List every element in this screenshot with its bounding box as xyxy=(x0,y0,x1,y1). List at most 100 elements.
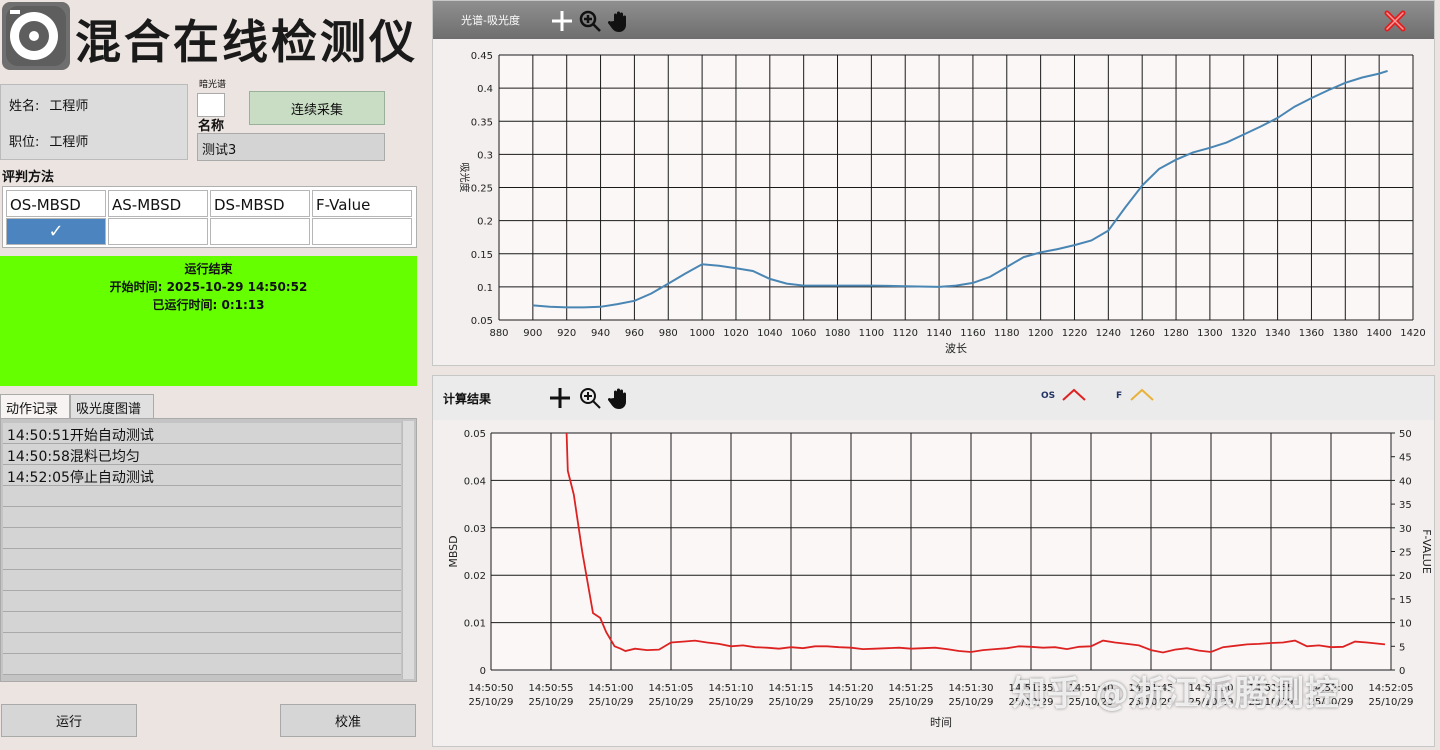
continuous-collect-button[interactable]: 连续采集 xyxy=(249,91,385,125)
y-tick-label: 0.03 xyxy=(464,524,486,535)
x-tick-label-time: 14:51:05 xyxy=(649,683,694,694)
start-time-value: 2025-10-29 14:50:52 xyxy=(166,280,308,294)
x-tick-label-date: 25/10/29 xyxy=(1369,697,1414,708)
x-tick-label: 1020 xyxy=(723,328,748,339)
method-check-as-mbsd[interactable] xyxy=(108,218,208,245)
y-tick-label: 0.45 xyxy=(471,51,493,62)
x-tick-label-time: 14:51:15 xyxy=(769,683,814,694)
x-tick-label: 1220 xyxy=(1062,328,1087,339)
legend-f-marker-icon xyxy=(1130,388,1154,401)
tab-action-log[interactable]: 动作记录 xyxy=(0,394,70,419)
calc-chart-header: 计算结果 OS F xyxy=(433,376,1434,420)
y-tick-label: 0.3 xyxy=(477,150,493,161)
sample-name-field[interactable]: 测试3 xyxy=(197,133,385,161)
x-tick-label: 1240 xyxy=(1096,328,1121,339)
action-log-list: 14:50:51开始自动测试 14:50:58混料已均匀 14:52:05停止自… xyxy=(0,418,417,682)
x-tick-label-date: 25/10/29 xyxy=(709,697,754,708)
x-tick-label: 1300 xyxy=(1197,328,1222,339)
close-icon[interactable] xyxy=(1383,9,1407,33)
zoom-icon[interactable] xyxy=(578,9,602,33)
x-tick-label: 980 xyxy=(659,328,678,339)
run-status-panel: 运行结束 开始时间: 2025-10-29 14:50:52 已运行时间: 0:… xyxy=(0,256,417,386)
y2-axis-label: F-VALUE xyxy=(1420,529,1433,574)
status-title: 运行结束 xyxy=(184,262,233,276)
zoom-icon[interactable] xyxy=(578,386,602,410)
pan-hand-icon[interactable] xyxy=(608,386,632,410)
watermark: 知乎 @浙江派腾测控 xyxy=(1012,674,1340,714)
elapsed-time-row: 已运行时间: 0:1:13 xyxy=(0,296,417,314)
x-tick-label: 1320 xyxy=(1231,328,1256,339)
x-axis-label: 时间 xyxy=(930,716,952,729)
y-axis-label: MBSD xyxy=(447,535,460,567)
y-tick-label: 0.4 xyxy=(477,84,493,95)
method-option-ds-mbsd[interactable]: DS-MBSD xyxy=(210,190,310,217)
log-item-empty xyxy=(3,591,401,612)
x-tick-label: 940 xyxy=(591,328,610,339)
x-tick-label-time: 14:51:20 xyxy=(829,683,874,694)
method-check-os-mbsd[interactable]: ✓ xyxy=(6,218,106,245)
y2-tick-label: 10 xyxy=(1399,619,1412,630)
y-tick-label: 0.01 xyxy=(464,619,486,630)
user-role-value: 工程师 xyxy=(49,135,89,150)
user-role-row: 职位: 工程师 xyxy=(9,131,88,150)
user-name-value: 工程师 xyxy=(49,99,89,114)
method-option-f-value[interactable]: F-Value xyxy=(312,190,412,217)
method-check-f-value[interactable] xyxy=(312,218,412,245)
y2-tick-label: 20 xyxy=(1399,571,1412,582)
x-tick-label-date: 25/10/29 xyxy=(769,697,814,708)
y-tick-label: 0.05 xyxy=(464,429,486,440)
x-tick-label-date: 25/10/29 xyxy=(529,697,574,708)
log-item: 14:52:05停止自动测试 xyxy=(3,465,401,486)
spectrum-chart-panel: 光谱-吸光度 880 900 920 940 960 980 1000 1020 1040 106… xyxy=(432,0,1435,366)
log-item-empty xyxy=(3,633,401,654)
y2-tick-label: 0 xyxy=(1399,666,1405,677)
start-time-row: 开始时间: 2025-10-29 14:50:52 xyxy=(0,278,417,296)
legend-os-label: OS xyxy=(1041,391,1056,401)
pan-hand-icon[interactable] xyxy=(608,9,632,33)
x-tick-label-date: 25/10/29 xyxy=(469,697,514,708)
x-tick-label: 920 xyxy=(557,328,576,339)
method-label: 评判方法 xyxy=(2,170,55,185)
crosshair-icon[interactable] xyxy=(548,386,572,410)
x-tick-label-date: 25/10/29 xyxy=(649,697,694,708)
dark-spectrum-checkbox[interactable] xyxy=(197,93,225,117)
plot-area xyxy=(491,433,1391,670)
run-button[interactable]: 运行 xyxy=(1,704,137,737)
log-item-empty xyxy=(3,612,401,633)
y-tick-label: 0.2 xyxy=(477,217,493,228)
x-tick-label: 1340 xyxy=(1265,328,1290,339)
x-tick-label-time: 14:52:05 xyxy=(1369,683,1414,694)
tab-absorbance-spectrum[interactable]: 吸光度图谱 xyxy=(70,394,154,419)
y-tick-label: 0.04 xyxy=(464,476,486,487)
log-item-empty xyxy=(3,507,401,528)
log-scrollbar[interactable] xyxy=(402,421,414,679)
method-option-os-mbsd[interactable]: OS-MBSD xyxy=(6,190,106,217)
user-name-label: 姓名: xyxy=(9,99,40,114)
x-tick-label-time: 14:51:00 xyxy=(589,683,634,694)
x-tick-label: 1360 xyxy=(1299,328,1324,339)
method-option-as-mbsd[interactable]: AS-MBSD xyxy=(108,190,208,217)
x-tick-label: 1280 xyxy=(1163,328,1188,339)
y2-tick-label: 25 xyxy=(1399,548,1412,559)
logo-icon xyxy=(6,6,66,66)
x-tick-label: 1180 xyxy=(994,328,1019,339)
y2-tick-label: 5 xyxy=(1399,642,1405,653)
app-logo xyxy=(2,2,70,70)
y-tick-label: 0.25 xyxy=(471,184,493,195)
spectrum-chart-header: 光谱-吸光度 xyxy=(433,1,1434,39)
spectrum-chart-title: 光谱-吸光度 xyxy=(461,14,520,27)
y-tick-label: 0.35 xyxy=(471,117,493,128)
y2-tick-label: 35 xyxy=(1399,500,1412,511)
y2-tick-label: 45 xyxy=(1399,453,1412,464)
method-check-ds-mbsd[interactable] xyxy=(210,218,310,245)
x-tick-label: 1400 xyxy=(1366,328,1391,339)
y-tick-label: 0.05 xyxy=(471,316,493,327)
y2-tick-label: 15 xyxy=(1399,595,1412,606)
crosshair-icon[interactable] xyxy=(550,9,574,33)
calibrate-button[interactable]: 校准 xyxy=(280,704,416,737)
x-tick-label: 960 xyxy=(625,328,644,339)
method-table: OS-MBSD AS-MBSD DS-MBSD F-Value ✓ xyxy=(2,186,417,248)
calc-chart-title: 计算结果 xyxy=(443,392,492,406)
x-tick-label: 1160 xyxy=(960,328,985,339)
y-tick-label: 0.02 xyxy=(464,571,486,582)
